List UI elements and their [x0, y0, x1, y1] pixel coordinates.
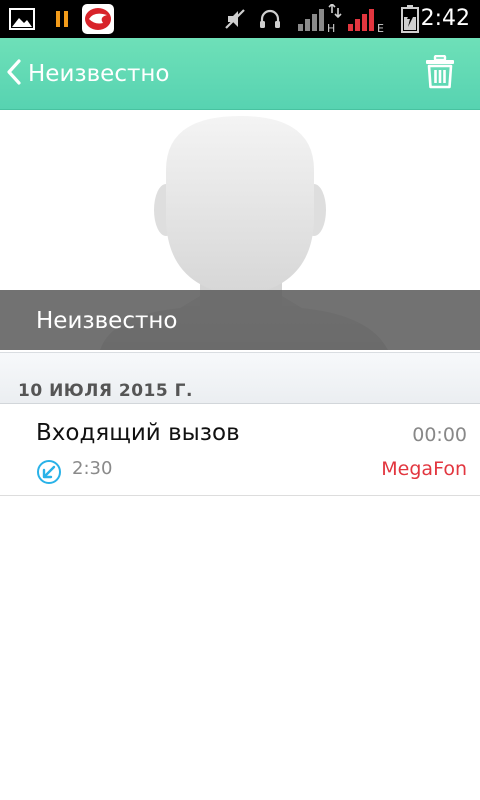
status-bar: H E 2:42	[0, 0, 480, 38]
app-badge-icon	[80, 0, 116, 38]
date-section-header: 10 ИЮЛЯ 2015 Г.	[0, 352, 480, 404]
gallery-icon	[6, 0, 38, 38]
delete-button[interactable]	[418, 52, 462, 96]
pause-icon	[50, 0, 74, 38]
signal-h-label: H	[327, 22, 335, 34]
app-bar: Неизвестно	[0, 38, 480, 110]
call-duration: 00:00	[412, 424, 467, 446]
page-title: Неизвестно	[28, 61, 170, 87]
call-time: 2:30	[72, 458, 113, 479]
headset-icon	[256, 0, 284, 38]
battery-icon	[398, 0, 422, 38]
signal-e-icon: E	[346, 0, 392, 38]
carrier-label: MegaFon	[381, 458, 467, 480]
call-log-row[interactable]: Входящий вызов 00:00 2:30 MegaFon	[0, 404, 480, 496]
trash-icon	[425, 54, 455, 93]
mute-icon	[222, 0, 248, 38]
status-clock: 2:42	[420, 6, 470, 31]
back-button[interactable]: Неизвестно	[4, 38, 204, 110]
call-type-label: Входящий вызов	[36, 420, 240, 446]
date-label: 10 ИЮЛЯ 2015 Г.	[18, 381, 193, 401]
chevron-left-icon	[4, 58, 28, 90]
signal-e-label: E	[377, 22, 384, 34]
contact-name-band: Неизвестно	[0, 290, 480, 350]
signal-h-icon: H	[296, 0, 342, 38]
contact-name: Неизвестно	[36, 308, 178, 334]
contact-header: Неизвестно	[0, 110, 480, 350]
